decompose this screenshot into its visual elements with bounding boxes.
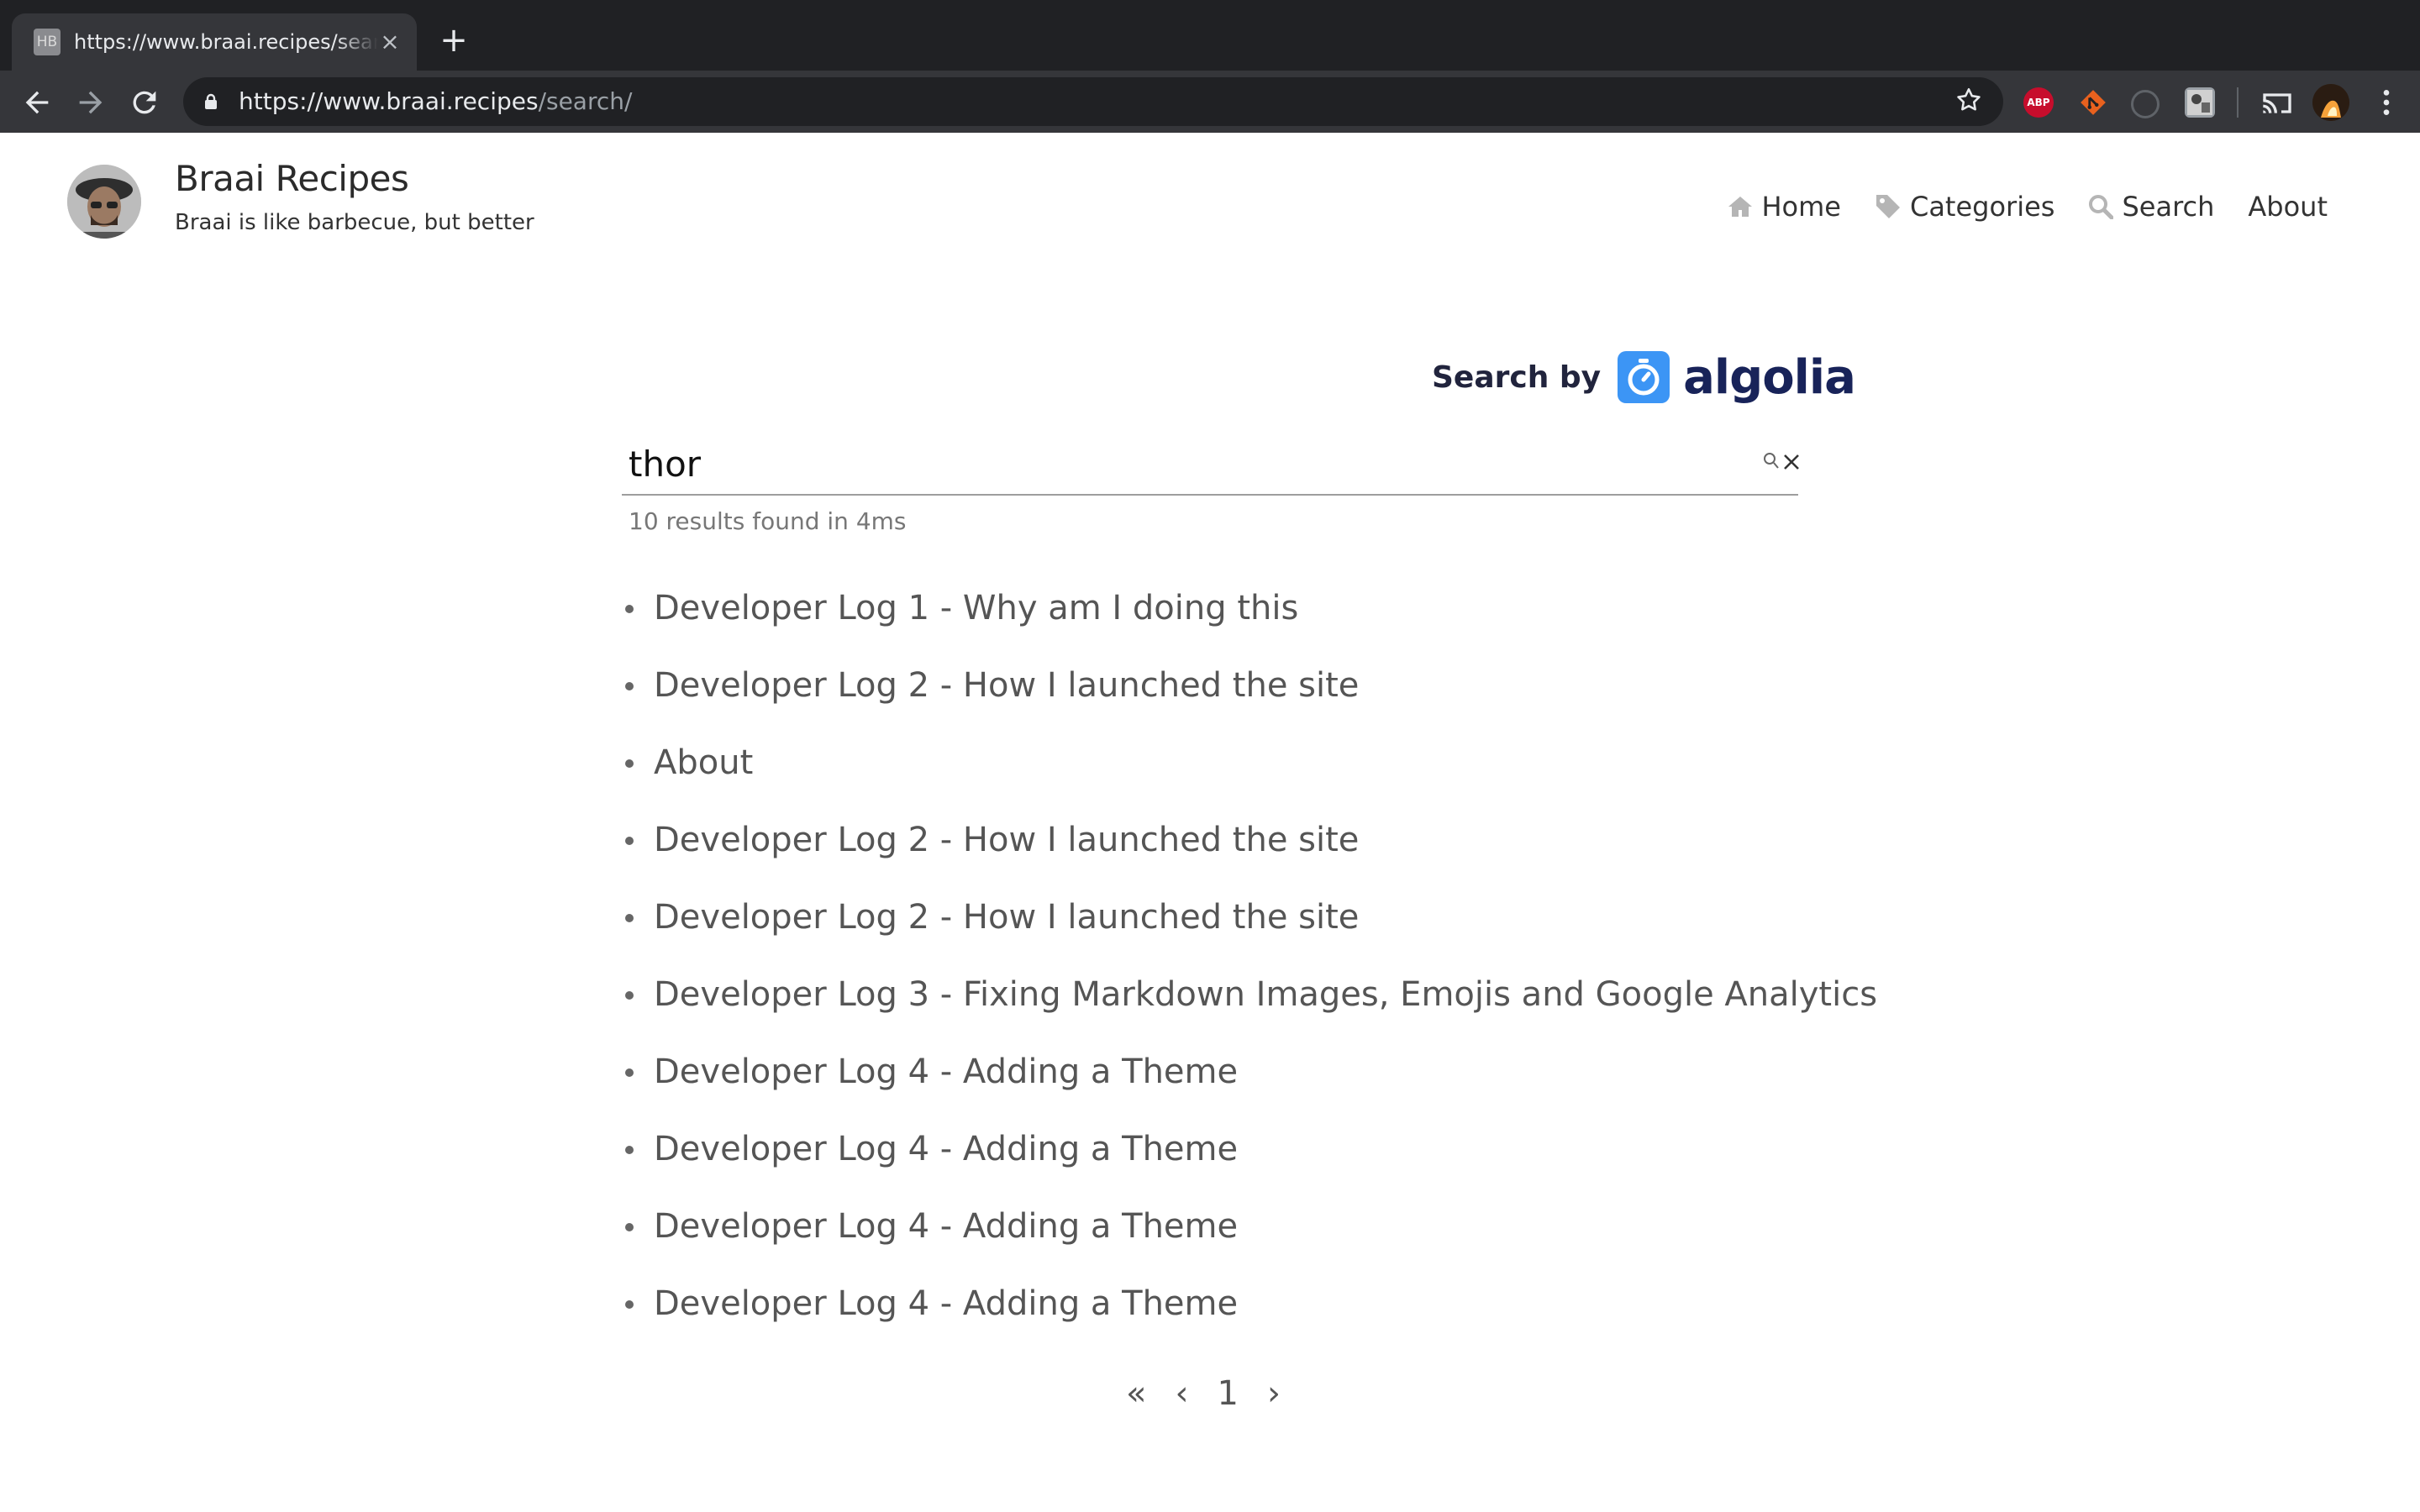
browser-tab[interactable]: HB https://www.braai.recipes/search/ × <box>12 13 417 71</box>
search-submit-icon[interactable] <box>1763 452 1780 470</box>
result-link[interactable]: Developer Log 4 - Adding a Theme <box>654 1127 1238 1171</box>
back-arrow-icon[interactable] <box>20 86 54 119</box>
list-item: Developer Log 4 - Adding a Theme <box>622 1282 1966 1359</box>
tab-favicon-icon: HB <box>34 29 60 55</box>
chrome-menu-icon[interactable] <box>2370 84 2403 121</box>
list-item: Developer Log 2 - How I launched the sit… <box>622 818 1966 895</box>
url-path: /search/ <box>538 87 633 115</box>
browser-chrome: HB https://www.braai.recipes/search/ × +… <box>0 0 2420 133</box>
tab-close-icon[interactable]: × <box>376 29 403 55</box>
nav-categories[interactable]: Categories <box>1875 191 2054 223</box>
site-tagline: Braai is like barbecue, but better <box>175 210 534 235</box>
result-link[interactable]: Developer Log 2 - How I launched the sit… <box>654 664 1359 707</box>
url-text[interactable]: https://www.braai.recipes/search/ <box>239 77 632 126</box>
list-bullet <box>625 1223 634 1231</box>
result-link[interactable]: Developer Log 4 - Adding a Theme <box>654 1205 1238 1248</box>
list-bullet <box>625 759 634 768</box>
result-link[interactable]: Developer Log 4 - Adding a Theme <box>654 1050 1238 1094</box>
list-bullet <box>625 1146 634 1154</box>
list-bullet <box>625 914 634 922</box>
loading-extension-icon[interactable] <box>2131 90 2160 118</box>
search-stats: 10 results found in 4ms <box>629 507 907 535</box>
list-bullet <box>625 991 634 1000</box>
tag-icon <box>1876 195 1900 218</box>
toolbar-separator <box>2237 87 2238 118</box>
result-link[interactable]: Developer Log 4 - Adding a Theme <box>654 1282 1238 1326</box>
list-bullet <box>625 1068 634 1077</box>
reload-icon[interactable] <box>128 86 161 119</box>
result-link[interactable]: About <box>654 741 753 785</box>
results-list: Developer Log 1 - Why am I doing this De… <box>622 586 1966 1359</box>
git-extension-icon[interactable] <box>2079 88 2107 117</box>
list-item: Developer Log 2 - How I launched the sit… <box>622 664 1966 741</box>
list-bullet <box>625 1300 634 1309</box>
tab-strip: HB https://www.braai.recipes/search/ × + <box>0 0 2420 71</box>
new-tab-button[interactable]: + <box>437 24 471 57</box>
pagination-next-button[interactable]: › <box>1264 1374 1284 1413</box>
profile-avatar[interactable] <box>2312 84 2349 121</box>
lock-icon[interactable] <box>203 93 218 110</box>
result-link[interactable]: Developer Log 1 - Why am I doing this <box>654 586 1298 630</box>
search-clear-icon[interactable] <box>1781 452 1802 472</box>
list-bullet <box>625 682 634 690</box>
cast-icon[interactable] <box>2260 89 2294 118</box>
pagination-prev-button[interactable]: ‹ <box>1171 1374 1192 1413</box>
pagination: « ‹ 1 › <box>1126 1374 1284 1413</box>
list-item: Developer Log 2 - How I launched the sit… <box>622 895 1966 973</box>
pagination-current-page[interactable]: 1 <box>1217 1374 1238 1413</box>
algolia-label: Search by <box>1432 360 1602 395</box>
stopwatch-icon <box>1618 351 1670 403</box>
tab-title: https://www.braai.recipes/search/ <box>74 30 378 54</box>
site-avatar[interactable] <box>67 165 141 239</box>
web-page: Braai Recipes Braai is like barbecue, bu… <box>0 133 2420 1512</box>
search-icon <box>2089 195 2114 219</box>
address-bar[interactable]: https://www.braai.recipes/search/ <box>183 77 2003 126</box>
list-item: Developer Log 1 - Why am I doing this <box>622 586 1966 664</box>
search-input[interactable] <box>629 437 1721 491</box>
main-nav: Home Categories Search About <box>1728 181 2328 232</box>
nav-search-label: Search <box>2122 191 2215 223</box>
nav-about-label: About <box>2248 191 2328 223</box>
search-box <box>622 433 1799 496</box>
list-item: Developer Log 3 - Fixing Markdown Images… <box>622 973 1966 1050</box>
result-link[interactable]: Developer Log 3 - Fixing Markdown Images… <box>654 973 1877 1016</box>
nav-categories-label: Categories <box>1909 191 2055 223</box>
pagination-first-button[interactable]: « <box>1126 1374 1146 1413</box>
list-item: Developer Log 4 - Adding a Theme <box>622 1205 1966 1282</box>
search-by-algolia-logo[interactable]: Search by algolia <box>1432 348 1856 407</box>
nav-home-label: Home <box>1761 191 1841 223</box>
list-bullet <box>625 837 634 845</box>
adblock-extension-icon[interactable]: ABP <box>2023 87 2054 118</box>
home-icon <box>1728 197 1753 217</box>
result-link[interactable]: Developer Log 2 - How I launched the sit… <box>654 895 1359 939</box>
browser-toolbar: https://www.braai.recipes/search/ ABP <box>0 71 2420 133</box>
list-bullet <box>625 605 634 613</box>
nav-home[interactable]: Home <box>1728 191 1841 223</box>
nav-search[interactable]: Search <box>2088 191 2214 223</box>
list-item: Developer Log 4 - Adding a Theme <box>622 1127 1966 1205</box>
result-link[interactable]: Developer Log 2 - How I launched the sit… <box>654 818 1359 862</box>
forward-arrow-icon[interactable] <box>74 86 108 119</box>
nav-about[interactable]: About <box>2248 191 2328 223</box>
site-title[interactable]: Braai Recipes <box>175 158 409 199</box>
bookmark-star-icon[interactable] <box>1953 86 1985 118</box>
list-item: Developer Log 4 - Adding a Theme <box>622 1050 1966 1127</box>
image-extension-icon[interactable] <box>2185 87 2215 118</box>
algolia-wordmark: algolia <box>1683 349 1856 405</box>
list-item: About <box>622 741 1966 818</box>
url-host: https://www.braai.recipes <box>239 87 539 115</box>
